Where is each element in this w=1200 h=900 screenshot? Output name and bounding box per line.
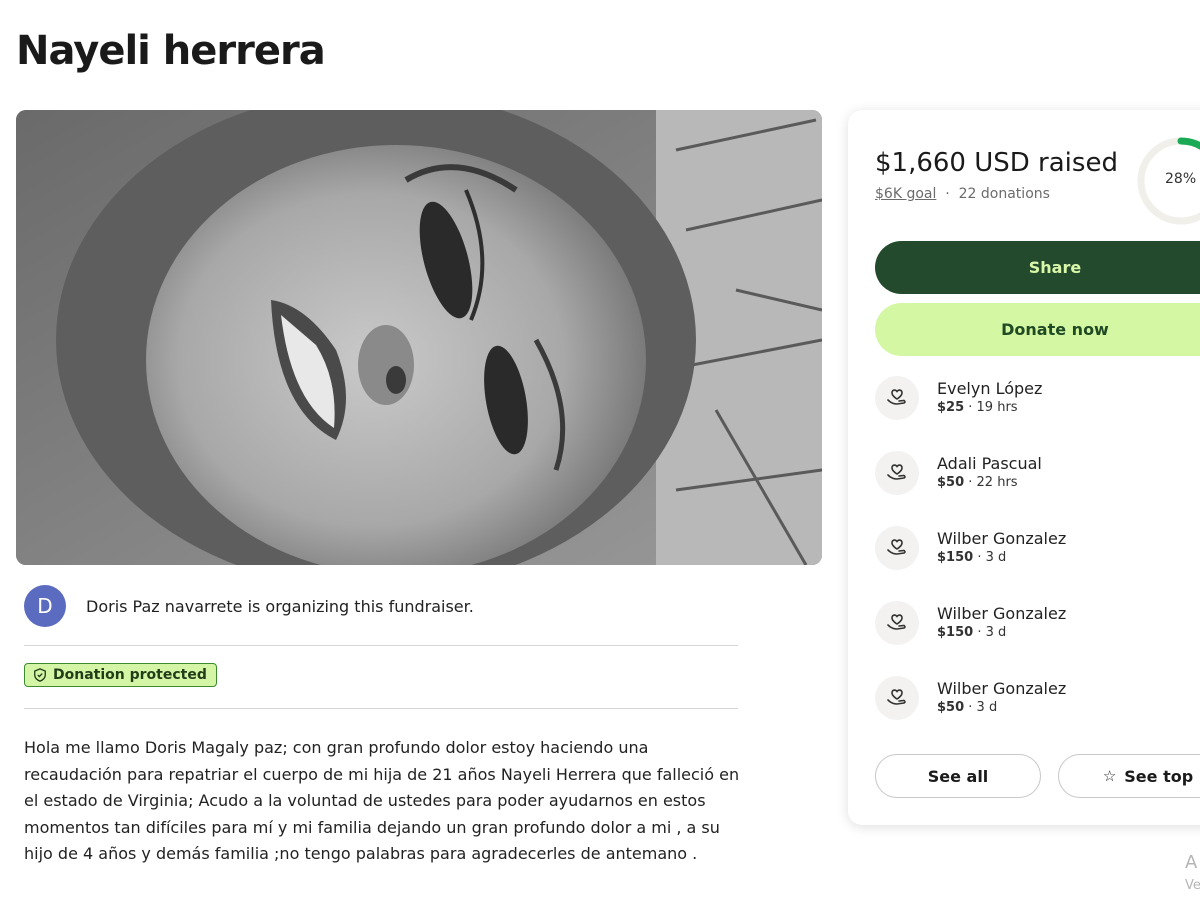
amount-raised: $1,660 USD raised <box>875 148 1118 178</box>
goal-summary: $6K goal · 22 donations <box>875 186 1050 202</box>
donor-name: Wilber Gonzalez <box>937 679 1067 698</box>
donor-item: Wilber Gonzalez $150 · 3 d <box>875 523 1200 573</box>
goal-link[interactable]: $6K goal <box>875 186 936 202</box>
see-all-button[interactable]: See all <box>875 754 1041 798</box>
story-text: Hola me llamo Doris Magaly paz; con gran… <box>24 738 740 863</box>
fundraiser-page: Nayeli herrera D Doris Paz navarrete is … <box>0 0 1200 900</box>
donor-name: Wilber Gonzalez <box>937 604 1067 623</box>
donor-item: Wilber Gonzalez $150 · 3 d <box>875 598 1200 648</box>
donor-meta: $50 · 3 d <box>937 700 998 715</box>
donation-count: 22 donations <box>958 186 1050 202</box>
see-top-label: See top <box>1124 766 1194 786</box>
page-title: Nayeli herrera <box>16 28 326 74</box>
donor-meta: $50 · 22 hrs <box>937 475 1018 490</box>
heart-hand-icon <box>875 601 919 645</box>
donor-meta: $25 · 19 hrs <box>937 400 1018 415</box>
divider <box>24 645 738 646</box>
donor-meta: $150 · 3 d <box>937 625 1007 640</box>
donate-now-button[interactable]: Donate now <box>875 303 1200 356</box>
corner-subtext: Ve <box>1185 878 1200 893</box>
organizer-text: Doris Paz navarrete is organizing this f… <box>86 596 474 616</box>
donor-name: Evelyn López <box>937 379 1043 398</box>
corner-text: A <box>1185 852 1198 873</box>
donor-item: Wilber Gonzalez $50 · 3 d <box>875 673 1200 723</box>
shield-icon <box>34 668 46 682</box>
heart-hand-icon <box>875 676 919 720</box>
badge-label: Donation protected <box>53 667 207 683</box>
donor-meta: $150 · 3 d <box>937 550 1007 565</box>
donor-name: Wilber Gonzalez <box>937 529 1067 548</box>
donation-sidebar: $1,660 USD raised $6K goal · 22 donation… <box>848 110 1200 825</box>
see-top-button[interactable]: ☆ See top <box>1058 754 1200 798</box>
avatar[interactable]: D <box>24 585 66 627</box>
donor-item: Adali Pascual $50 · 22 hrs <box>875 448 1200 498</box>
heart-hand-icon <box>875 376 919 420</box>
organizer-row: D Doris Paz navarrete is organizing this… <box>24 585 474 627</box>
star-icon: ☆ <box>1102 767 1117 785</box>
heart-hand-icon <box>875 451 919 495</box>
heart-hand-icon <box>875 526 919 570</box>
donation-protected-badge[interactable]: Donation protected <box>24 663 217 687</box>
hero-photo <box>16 110 822 565</box>
separator-dot: · <box>945 186 950 202</box>
donor-name: Adali Pascual <box>937 454 1042 473</box>
share-button[interactable]: Share <box>875 241 1200 294</box>
divider <box>24 708 738 709</box>
donor-item: Evelyn López $25 · 19 hrs <box>875 373 1200 423</box>
progress-percent: 28% <box>1165 171 1197 187</box>
